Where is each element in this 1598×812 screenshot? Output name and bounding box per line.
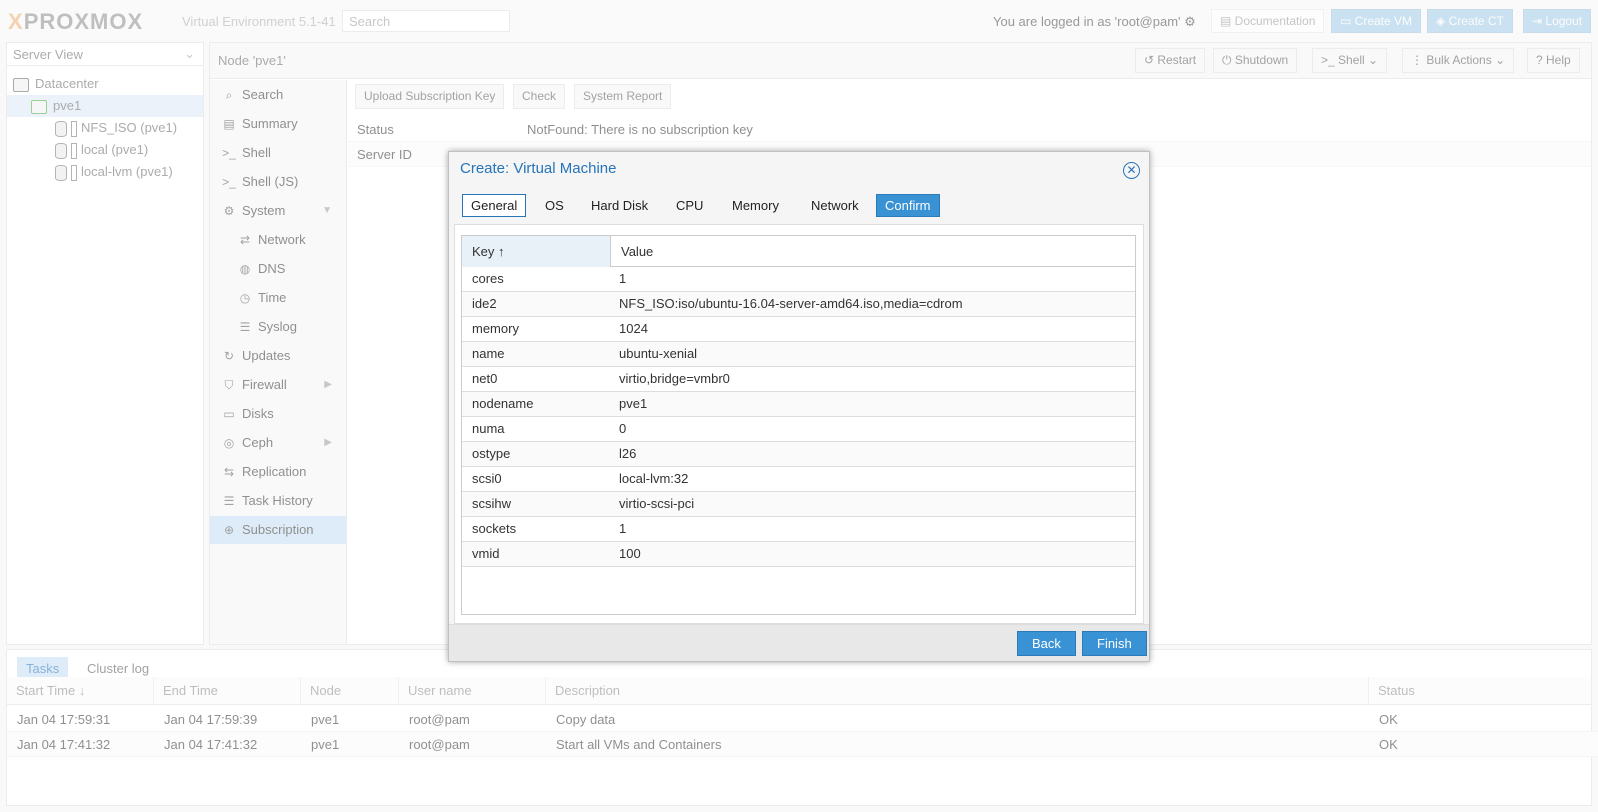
row-value: virtio-scsi-pci <box>619 496 695 511</box>
row-value: pve1 <box>619 396 648 411</box>
row-value: ubuntu-xenial <box>619 346 698 361</box>
table-row[interactable]: numa 0 <box>462 417 1135 442</box>
table-row[interactable]: ide2 NFS_ISO:iso/ubuntu-16.04-server-amd6… <box>462 292 1135 317</box>
row-key: scsi0 <box>472 471 502 486</box>
tab-cpu[interactable]: CPU <box>667 194 712 217</box>
tab-network[interactable]: Network <box>802 194 868 217</box>
row-value: NFS_ISO:iso/ubuntu-16.04-server-amd64.is… <box>619 296 963 311</box>
row-key: memory <box>472 321 519 336</box>
row-key: scsihw <box>472 496 512 511</box>
row-key: vmid <box>472 546 500 561</box>
row-value: virtio,bridge=vmbr0 <box>619 371 730 386</box>
tab-general[interactable]: General <box>462 194 527 217</box>
create-vm-dialog: Create: Virtual Machine ✕ General OS Har… <box>448 151 1150 662</box>
dialog-title: Create: Virtual Machine <box>460 160 617 177</box>
tab-memory[interactable]: Memory <box>723 194 788 217</box>
row-value: 100 <box>619 546 641 561</box>
dialog-footer: Back Finish <box>449 624 1149 661</box>
table-row[interactable]: vmid 100 <box>462 542 1135 567</box>
row-key: name <box>472 346 505 361</box>
row-key: numa <box>472 421 505 436</box>
sort-up-icon: ↑ <box>498 244 505 259</box>
table-row[interactable]: scsihw virtio-scsi-pci <box>462 492 1135 517</box>
row-key: net0 <box>472 371 498 386</box>
back-button[interactable]: Back <box>1017 631 1076 656</box>
table-row[interactable]: scsi0 local-lvm:32 <box>462 467 1135 492</box>
col-key[interactable]: Key ↑ <box>462 236 611 267</box>
row-key: ostype <box>472 446 511 461</box>
table-row[interactable]: sockets 1 <box>462 517 1135 542</box>
row-key: ide2 <box>472 296 497 311</box>
tab-hard-disk[interactable]: Hard Disk <box>582 194 657 217</box>
grid-header: Key ↑ Value <box>462 236 1135 267</box>
close-icon[interactable]: ✕ <box>1123 162 1140 179</box>
finish-button[interactable]: Finish <box>1082 631 1147 656</box>
tab-os[interactable]: OS <box>536 194 573 217</box>
row-value: local-lvm:32 <box>619 471 689 486</box>
confirm-grid: Key ↑ Value cores 1 ide2 NFS_ISO:iso/ubuntu… <box>461 235 1136 615</box>
table-row[interactable]: net0 virtio,bridge=vmbr0 <box>462 367 1135 392</box>
row-value: 1 <box>619 271 627 286</box>
row-key: sockets <box>472 521 517 536</box>
row-key: cores <box>472 271 504 286</box>
table-row[interactable]: cores 1 <box>462 267 1135 292</box>
row-value: 1 <box>619 521 627 536</box>
table-row[interactable]: name ubuntu-xenial <box>462 342 1135 367</box>
row-value: 0 <box>619 421 627 436</box>
row-key: nodename <box>472 396 534 411</box>
confirm-panel: Key ↑ Value cores 1 ide2 NFS_ISO:iso/ubuntu… <box>454 224 1144 624</box>
col-value[interactable]: Value <box>611 236 653 267</box>
table-row[interactable]: memory 1024 <box>462 317 1135 342</box>
row-value: 1024 <box>619 321 648 336</box>
table-row[interactable]: ostype l26 <box>462 442 1135 467</box>
row-value: l26 <box>619 446 637 461</box>
table-row[interactable]: nodename pve1 <box>462 392 1135 417</box>
tab-confirm[interactable]: Confirm <box>876 194 940 217</box>
